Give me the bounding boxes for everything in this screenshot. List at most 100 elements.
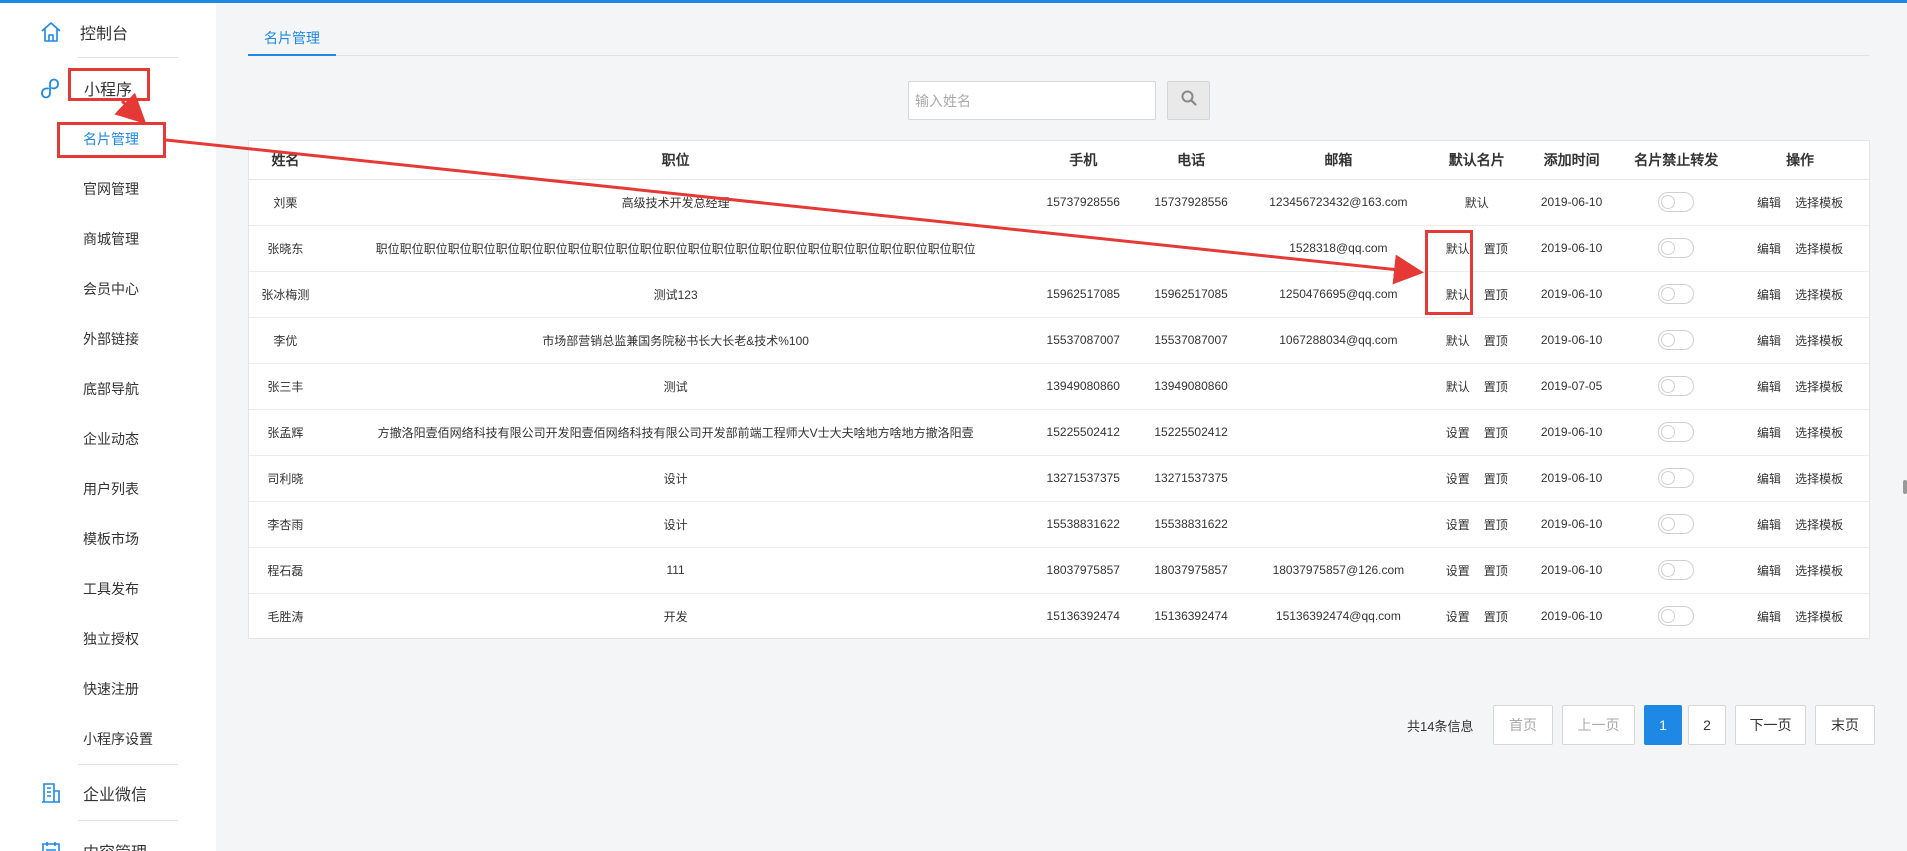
edit-link[interactable]: 编辑 (1757, 472, 1781, 486)
cell-position: 设计 (321, 501, 1030, 548)
tab-bar: 名片管理 (248, 22, 1870, 56)
select-template-link[interactable]: 选择模板 (1795, 242, 1843, 256)
edit-link[interactable]: 编辑 (1757, 380, 1781, 394)
sidebar-group-content[interactable]: 内容管理 (0, 826, 216, 851)
sidebar-item-website[interactable]: 官网管理 (0, 169, 216, 209)
sidebar-item-mall[interactable]: 商城管理 (0, 219, 216, 259)
select-template-link[interactable]: 选择模板 (1795, 472, 1843, 486)
cell-email: 15136392474@qq.com (1275, 609, 1401, 624)
table-row: 李优 市场部营销总监兼国务院秘书长大长老&技术%100 15537087007 155… (249, 317, 1869, 364)
edit-link[interactable]: 编辑 (1757, 288, 1781, 302)
cell-email (1245, 455, 1432, 502)
forward-ban-toggle[interactable] (1658, 606, 1695, 627)
sidebar-item-bottom-nav[interactable]: 底部导航 (0, 369, 216, 409)
pin-top-action[interactable]: 置顶 (1484, 288, 1508, 302)
select-template-link[interactable]: 选择模板 (1795, 426, 1843, 440)
default-card-action[interactable]: 默认 (1446, 380, 1470, 394)
sidebar-item-template-market[interactable]: 模板市场 (0, 519, 216, 559)
scrollbar-indicator[interactable] (1903, 480, 1907, 494)
cell-mobile: 15538831622 (1029, 501, 1138, 548)
edit-link[interactable]: 编辑 (1757, 426, 1781, 440)
sidebar-item-member-center[interactable]: 会员中心 (0, 269, 216, 309)
select-template-link[interactable]: 选择模板 (1795, 380, 1843, 394)
tab-card-management[interactable]: 名片管理 (248, 22, 336, 56)
cell-actions: 编辑 选择模板 (1731, 225, 1869, 272)
annotation-box-miniprogram (68, 68, 150, 101)
pin-top-action[interactable]: 置顶 (1484, 426, 1508, 440)
sidebar-item-user-list[interactable]: 用户列表 (0, 469, 216, 509)
select-template-link[interactable]: 选择模板 (1795, 564, 1843, 578)
sidebar-item-company-news[interactable]: 企业动态 (0, 419, 216, 459)
last-page-button[interactable]: 末页 (1815, 705, 1875, 745)
cell-email: 1250476695@qq.com (1245, 271, 1432, 318)
cell-phone: 18037975857 (1137, 547, 1245, 594)
sidebar-item-label: 模板市场 (83, 531, 139, 547)
pin-top-action[interactable]: 置顶 (1484, 242, 1508, 256)
forward-ban-toggle[interactable] (1658, 560, 1695, 580)
default-card-action[interactable]: 设置 (1446, 610, 1470, 624)
prev-page-button[interactable]: 上一页 (1562, 705, 1635, 745)
forward-ban-toggle[interactable] (1658, 468, 1695, 488)
forward-ban-toggle[interactable] (1658, 422, 1695, 442)
cell-actions: 编辑 选择模板 (1731, 501, 1869, 548)
first-page-button[interactable]: 首页 (1493, 705, 1553, 745)
cell-forward-ban (1621, 593, 1731, 639)
forward-ban-toggle[interactable] (1658, 376, 1695, 396)
select-template-link[interactable]: 选择模板 (1795, 334, 1843, 348)
next-page-button[interactable]: 下一页 (1735, 705, 1806, 745)
sidebar-item-label: 底部导航 (83, 381, 139, 397)
cell-forward-ban (1621, 409, 1732, 456)
sidebar-item-quick-register[interactable]: 快速注册 (0, 669, 216, 709)
cell-phone: 15225502412 (1137, 409, 1245, 456)
select-template-link[interactable]: 选择模板 (1795, 288, 1843, 302)
default-card-action[interactable]: 默认 (1446, 334, 1470, 348)
default-card-action[interactable]: 默认 (1465, 196, 1489, 210)
cell-name: 张孟辉 (249, 409, 322, 456)
cell-default-card: 设置 置顶 (1431, 455, 1522, 502)
cell-phone: 15537087007 (1137, 317, 1245, 364)
page-button-1[interactable]: 1 (1644, 705, 1682, 745)
select-template-link[interactable]: 选择模板 (1795, 610, 1843, 624)
sidebar-item-label: 小程序设置 (83, 731, 153, 747)
edit-link[interactable]: 编辑 (1757, 564, 1781, 578)
pin-top-action[interactable]: 置顶 (1484, 518, 1508, 532)
sidebar-item-label: 商城管理 (83, 231, 139, 247)
edit-link[interactable]: 编辑 (1757, 196, 1781, 210)
forward-ban-toggle[interactable] (1658, 284, 1695, 304)
cell-name: 张冰梅测 (249, 271, 322, 318)
search-input[interactable] (908, 81, 1156, 120)
edit-link[interactable]: 编辑 (1757, 242, 1781, 256)
cell-added-time: 2019-06-10 (1521, 409, 1622, 456)
select-template-link[interactable]: 选择模板 (1795, 196, 1843, 210)
default-card-action[interactable]: 设置 (1446, 518, 1470, 532)
pin-top-action[interactable]: 置顶 (1484, 334, 1508, 348)
pin-top-action[interactable]: 置顶 (1484, 610, 1508, 624)
edit-link[interactable]: 编辑 (1757, 518, 1781, 532)
page-button-2[interactable]: 2 (1688, 705, 1726, 745)
cell-default-card: 设置 置顶 (1432, 593, 1522, 639)
default-card-action[interactable]: 设置 (1446, 564, 1470, 578)
forward-ban-toggle[interactable] (1658, 330, 1695, 350)
sidebar-group-enterprise-wechat[interactable]: 企业微信 (0, 768, 216, 818)
pin-top-action[interactable]: 置顶 (1484, 564, 1508, 578)
pin-top-action[interactable]: 置顶 (1484, 472, 1508, 486)
sidebar-item-miniprogram-settings[interactable]: 小程序设置 (0, 719, 216, 759)
default-card-action[interactable]: 设置 (1446, 472, 1470, 486)
search-button[interactable] (1167, 81, 1210, 120)
table-row: 张孟辉 方撤洛阳壹佰网络科技有限公司开发阳壹佰网络科技有限公司开发部前端工程师大V… (249, 409, 1869, 456)
sidebar-item-tool-publish[interactable]: 工具发布 (0, 569, 216, 609)
sidebar-item-external-links[interactable]: 外部链接 (0, 319, 216, 359)
forward-ban-toggle[interactable] (1658, 514, 1695, 534)
sidebar-item-independent-auth[interactable]: 独立授权 (0, 619, 216, 659)
forward-ban-toggle[interactable] (1658, 192, 1695, 212)
sidebar-group-label: 控制台 (80, 26, 129, 43)
select-template-link[interactable]: 选择模板 (1795, 518, 1843, 532)
pin-top-action[interactable]: 置顶 (1484, 380, 1508, 394)
table-row: 刘栗 高级技术开发总经理 15737928556 15737928556 1234567… (249, 179, 1869, 226)
edit-link[interactable]: 编辑 (1757, 334, 1781, 348)
sidebar-group-console[interactable]: 控制台 (0, 7, 216, 57)
edit-link[interactable]: 编辑 (1757, 610, 1781, 624)
forward-ban-toggle[interactable] (1658, 238, 1695, 258)
default-card-action[interactable]: 设置 (1446, 426, 1470, 440)
cell-email: 1067288034@qq.com (1245, 317, 1432, 364)
